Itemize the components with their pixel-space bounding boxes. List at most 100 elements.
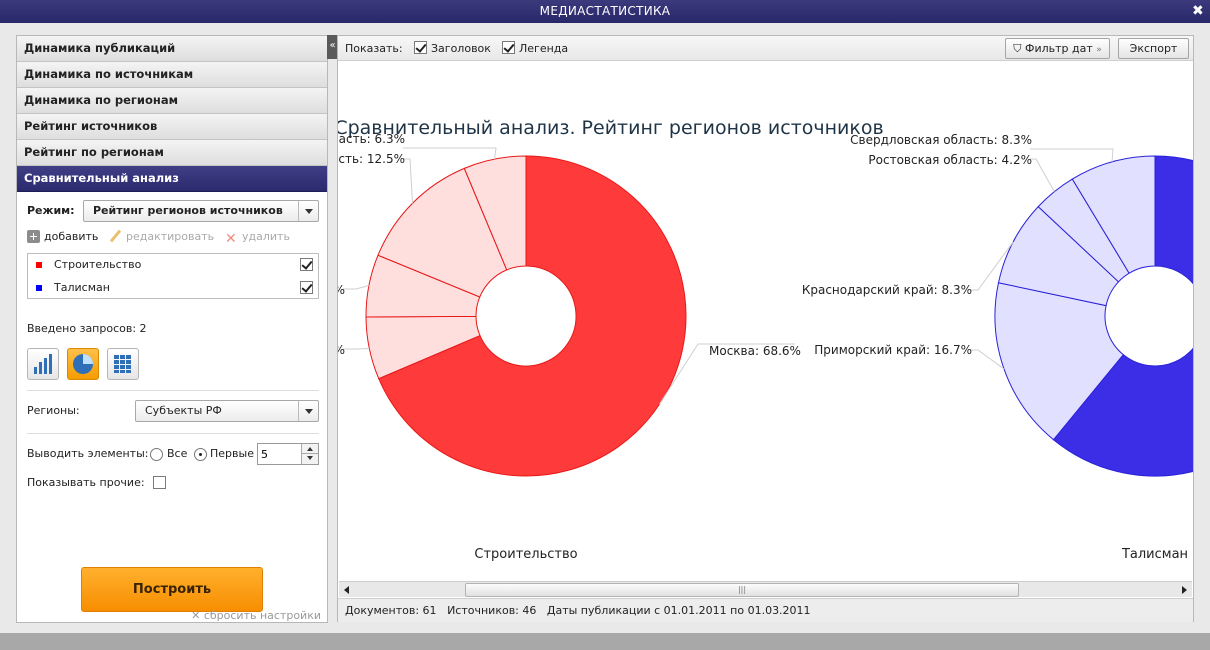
label-leader-line [1030, 148, 1114, 162]
pie-group: Приморский край: 16.7% Краснодарский край… [802, 133, 1193, 477]
edit-label: редактировать [126, 230, 215, 243]
query-checkbox[interactable] [300, 258, 313, 271]
slice-label: Ростовская область: 4.2% [868, 153, 1032, 167]
delete-x-icon: ✕ [225, 231, 237, 247]
accordion-sources-dynamics[interactable]: Динамика по источникам [17, 62, 327, 88]
output-all-label: Все [167, 447, 188, 460]
table-view-button[interactable] [107, 348, 139, 380]
query-name: Талисман [54, 281, 110, 294]
add-icon [27, 230, 40, 243]
divider [27, 390, 319, 391]
label-leader-line [403, 147, 497, 160]
regions-select[interactable]: Субъекты РФ [135, 400, 319, 422]
add-query-button[interactable]: добавить [27, 229, 98, 245]
date-filter-button[interactable]: ⛉ Фильтр дат » [1005, 38, 1110, 59]
window-bottom-strip [0, 633, 1210, 650]
slice-label: % [338, 343, 345, 357]
stepper-down-icon[interactable] [301, 454, 318, 464]
slice-label: ласть: 6.3% [338, 132, 405, 146]
documents-count: Документов: 61 [345, 604, 437, 617]
window-title: МЕДИАСТАТИСТИКА [539, 4, 671, 18]
add-label: добавить [44, 230, 99, 243]
show-others-label: Показывать прочие: [27, 476, 145, 489]
settings-panel: Динамика публикаций Динамика по источник… [16, 35, 328, 623]
bar-chart-icon [34, 354, 52, 374]
legend-checkbox[interactable] [502, 41, 515, 54]
close-icon[interactable]: ✖ [1192, 0, 1204, 23]
output-count-input[interactable] [258, 444, 302, 464]
regions-label: Регионы: [27, 404, 80, 417]
delete-label: удалить [242, 230, 290, 243]
stepper-up-icon[interactable] [301, 444, 318, 454]
scroll-thumb[interactable]: ||| [465, 583, 1019, 597]
accordion-regions-dynamics[interactable]: Динамика по регионам [17, 88, 327, 114]
export-button[interactable]: Экспорт [1118, 38, 1189, 59]
sources-count: Источников: 46 [447, 604, 537, 617]
slice-label: % [338, 283, 345, 297]
output-label: Выводить элементы: [27, 447, 149, 460]
status-bar: Документов: 61 Источников: 46 Даты публи… [338, 598, 1193, 622]
reset-settings-link[interactable]: ✕ сбросить настройки [191, 609, 321, 622]
show-others-checkbox[interactable] [153, 476, 166, 489]
slice-label: Краснодарский край: 8.3% [802, 283, 972, 297]
publication-dates: Даты публикации с 01.01.2011 по 01.03.20… [546, 604, 811, 617]
legend-checkbox-label: Легенда [519, 42, 569, 55]
scroll-right-icon[interactable] [1177, 583, 1191, 597]
output-all-radio[interactable] [150, 448, 163, 461]
accordion-publications-dynamics[interactable]: Динамика публикаций [17, 36, 327, 62]
mode-select-value: Рейтинг регионов источников [93, 204, 283, 217]
label-leader-line [343, 347, 370, 350]
build-button[interactable]: Построить [81, 567, 263, 612]
accordion-sources-rating[interactable]: Рейтинг источников [17, 114, 327, 140]
title-checkbox-label: Заголовок [431, 42, 491, 55]
query-checkbox[interactable] [300, 281, 313, 294]
show-label: Показать: [345, 42, 403, 55]
output-count-stepper [257, 443, 319, 465]
query-name: Строительство [54, 258, 142, 271]
date-filter-label: Фильтр дат [1024, 42, 1093, 55]
window-titlebar: МЕДИАСТАТИСТИКА ✖ [0, 0, 1210, 23]
chart-area: Сравнительный анализ. Рейтинг регионов и… [338, 62, 1193, 580]
slice-label: Москва: 68.6% [709, 344, 801, 358]
color-swatch [36, 285, 42, 291]
pie-view-button[interactable] [67, 348, 99, 380]
divider [27, 433, 319, 434]
mode-row: Режим: Рейтинг регионов источников [27, 200, 319, 222]
output-first-radio[interactable] [194, 448, 207, 461]
show-others-row: Показывать прочие: [27, 473, 319, 493]
scroll-left-icon[interactable] [340, 583, 354, 597]
pie-caption: Талисман [1121, 547, 1188, 562]
accordion-comparative-analysis[interactable]: Сравнительный анализ [17, 166, 327, 192]
edit-query-button[interactable]: редактировать [109, 229, 214, 245]
query-list: Строительство Талисман [27, 253, 319, 299]
query-count: Введено запросов: 2 [27, 322, 147, 335]
filter-icon: ⛉ [1013, 42, 1022, 55]
bar-view-button[interactable] [27, 348, 59, 380]
title-checkbox[interactable] [414, 41, 427, 54]
pie-chart-icon [73, 354, 93, 374]
color-swatch [36, 262, 42, 268]
query-actions: добавить редактировать ✕ удалить [27, 229, 319, 247]
pie-caption: Строительство [474, 547, 577, 562]
chevron-down-icon [298, 201, 318, 221]
pie-chart: Сравнительный анализ. Рейтинг регионов и… [338, 117, 1193, 562]
slice-label: Свердловская область: 8.3% [850, 133, 1032, 147]
mode-select[interactable]: Рейтинг регионов источников [83, 200, 319, 222]
chart-toolbar: Показать: Заголовок Легенда ⛉ Фильтр дат… [338, 36, 1193, 61]
table-grid-icon [114, 355, 131, 373]
label-leader-line [343, 285, 370, 290]
list-item[interactable]: Талисман [28, 277, 318, 299]
delete-query-button[interactable]: ✕ удалить [225, 229, 290, 247]
horizontal-scrollbar[interactable]: ||| [339, 581, 1192, 597]
output-first-label: Первые [210, 447, 254, 460]
list-item[interactable]: Строительство [28, 254, 318, 276]
pencil-icon [109, 230, 122, 243]
chart-panel: Показать: Заголовок Легенда ⛉ Фильтр дат… [337, 35, 1194, 622]
double-chevron-down-icon: » [1096, 45, 1102, 55]
accordion-regions-rating[interactable]: Рейтинг по регионам [17, 140, 327, 166]
chart-title: Сравнительный анализ. Рейтинг регионов и… [338, 117, 884, 139]
chevron-down-icon [298, 401, 318, 421]
output-elements-row: Выводить элементы: Все Первые [27, 443, 319, 465]
view-switcher [27, 348, 227, 380]
slice-label: ласть: 12.5% [338, 152, 405, 166]
